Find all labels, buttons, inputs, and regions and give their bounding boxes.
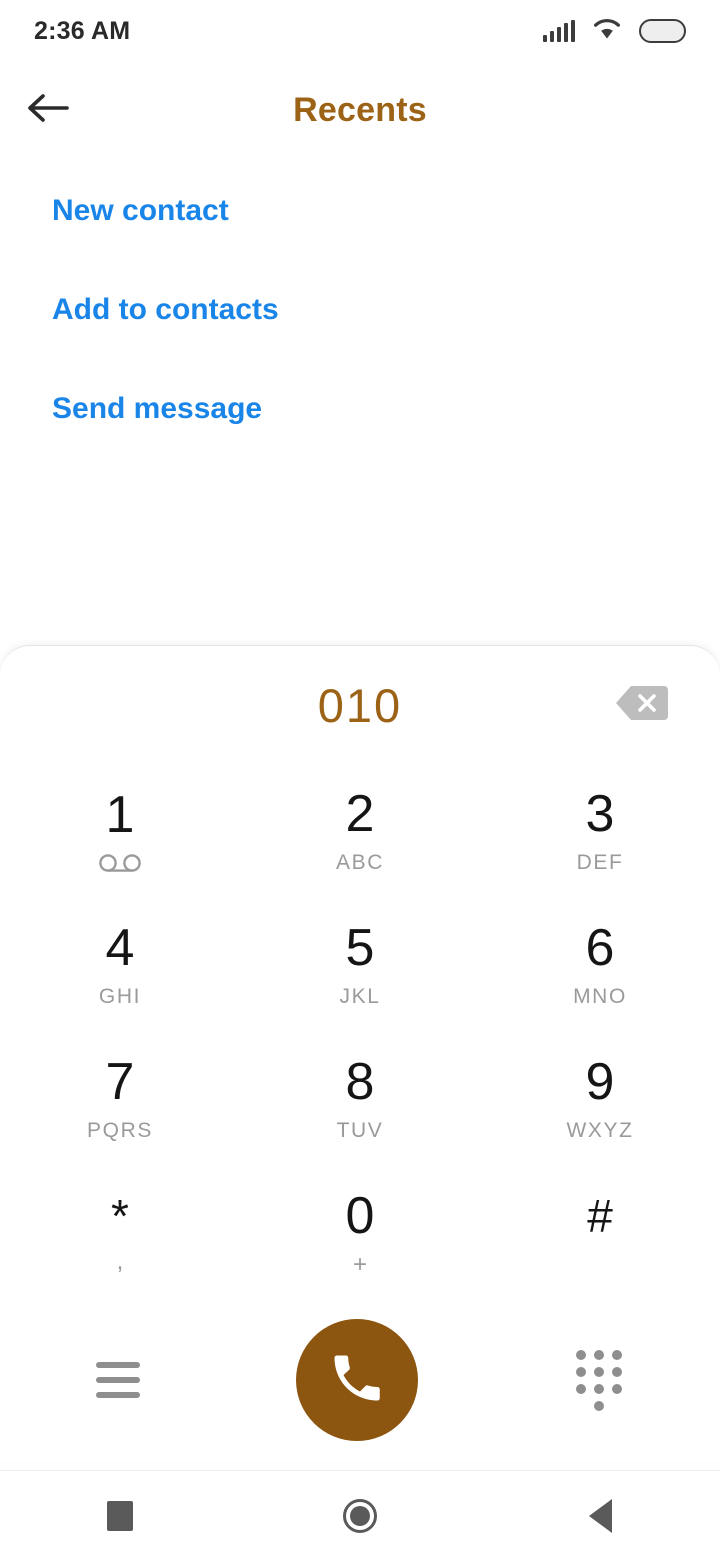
wifi-icon bbox=[592, 17, 622, 45]
nav-home-button[interactable] bbox=[300, 1471, 420, 1560]
arrow-left-icon bbox=[25, 90, 71, 131]
nav-back-button[interactable] bbox=[540, 1471, 660, 1560]
key-digit: 5 bbox=[345, 919, 375, 977]
key-sublabel: PQRS bbox=[87, 1119, 153, 1142]
back-button[interactable] bbox=[0, 62, 96, 158]
key-sublabel: + bbox=[352, 1251, 367, 1278]
key-sublabel: JKL bbox=[339, 985, 381, 1008]
nav-recents-button[interactable] bbox=[60, 1471, 180, 1560]
key-sublabel: MNO bbox=[573, 985, 627, 1008]
menu-button[interactable] bbox=[96, 1362, 140, 1398]
key-digit: * bbox=[111, 1190, 129, 1242]
status-bar-icons bbox=[542, 17, 686, 45]
key-sublabel: TUV bbox=[336, 1119, 384, 1142]
key-sublabel: , bbox=[116, 1248, 124, 1275]
key-7[interactable]: 7 PQRS bbox=[0, 1032, 240, 1166]
call-button[interactable] bbox=[296, 1319, 418, 1441]
key-digit: # bbox=[587, 1190, 613, 1242]
battery-icon bbox=[639, 19, 686, 43]
action-link-add-to-contacts[interactable]: Add to contacts bbox=[0, 279, 720, 378]
status-bar-time: 2:36 AM bbox=[34, 16, 131, 45]
key-digit: 1 bbox=[105, 785, 135, 844]
key-digit: 6 bbox=[585, 919, 615, 977]
dialed-number-display[interactable]: 010 bbox=[318, 678, 402, 733]
dialer-panel: 010 1 2 ABC 3 DEF 4 GHI 5 JKL 6 MNO 7 PQ… bbox=[0, 645, 720, 1463]
key-4[interactable]: 4 GHI bbox=[0, 898, 240, 1032]
keypad: 1 2 ABC 3 DEF 4 GHI 5 JKL 6 MNO 7 PQRS 8… bbox=[0, 764, 720, 1300]
circle-home-icon bbox=[343, 1498, 377, 1533]
dialpad-toggle-button[interactable] bbox=[574, 1349, 624, 1411]
dialer-action-bar bbox=[0, 1300, 720, 1460]
action-link-send-message[interactable]: Send message bbox=[0, 378, 720, 477]
triangle-back-icon bbox=[588, 1498, 612, 1533]
page-title: Recents bbox=[293, 90, 427, 129]
key-9[interactable]: 9 WXYZ bbox=[480, 1032, 720, 1166]
dialpad-grid-icon bbox=[574, 1349, 624, 1411]
key-digit: 2 bbox=[345, 785, 375, 843]
keypad-row: 4 GHI 5 JKL 6 MNO bbox=[0, 898, 720, 1032]
key-sublabel: GHI bbox=[98, 985, 142, 1008]
square-recents-icon bbox=[107, 1500, 133, 1531]
key-digit: 4 bbox=[105, 919, 135, 977]
key-sublabel: WXYZ bbox=[566, 1119, 634, 1142]
backspace-button[interactable] bbox=[612, 683, 672, 727]
key-digit: 9 bbox=[585, 1053, 615, 1111]
key-star[interactable]: * , bbox=[0, 1166, 240, 1300]
backspace-icon bbox=[614, 683, 670, 728]
hamburger-menu-icon bbox=[96, 1362, 140, 1398]
key-1[interactable]: 1 bbox=[0, 764, 240, 898]
key-digit: 8 bbox=[345, 1053, 375, 1111]
android-nav-bar bbox=[0, 1470, 720, 1560]
action-link-new-contact[interactable]: New contact bbox=[0, 180, 720, 279]
number-display-row: 010 bbox=[0, 646, 720, 764]
keypad-row: 7 PQRS 8 TUV 9 WXYZ bbox=[0, 1032, 720, 1166]
key-0[interactable]: 0 + bbox=[240, 1166, 480, 1300]
key-digit: 7 bbox=[105, 1053, 135, 1111]
key-digit: 0 bbox=[345, 1187, 375, 1245]
app-header: Recents bbox=[0, 62, 720, 158]
key-sublabel: DEF bbox=[576, 851, 624, 874]
key-6[interactable]: 6 MNO bbox=[480, 898, 720, 1032]
key-5[interactable]: 5 JKL bbox=[240, 898, 480, 1032]
key-3[interactable]: 3 DEF bbox=[480, 764, 720, 898]
action-links-list: New contact Add to contacts Send message bbox=[0, 180, 720, 477]
keypad-row: 1 2 ABC 3 DEF bbox=[0, 764, 720, 898]
key-digit: 3 bbox=[585, 785, 615, 843]
key-2[interactable]: 2 ABC bbox=[240, 764, 480, 898]
phone-dialer-screen: 2:36 AM Recents New contact Add to conta… bbox=[0, 0, 720, 1560]
signal-bars-icon bbox=[542, 19, 575, 42]
keypad-row: * , 0 + # bbox=[0, 1166, 720, 1300]
voicemail-icon bbox=[98, 852, 142, 874]
key-sublabel: ABC bbox=[336, 851, 384, 874]
key-8[interactable]: 8 TUV bbox=[240, 1032, 480, 1166]
status-bar: 2:36 AM bbox=[0, 0, 720, 62]
phone-handset-icon bbox=[327, 1348, 387, 1413]
key-hash[interactable]: # bbox=[480, 1166, 720, 1300]
